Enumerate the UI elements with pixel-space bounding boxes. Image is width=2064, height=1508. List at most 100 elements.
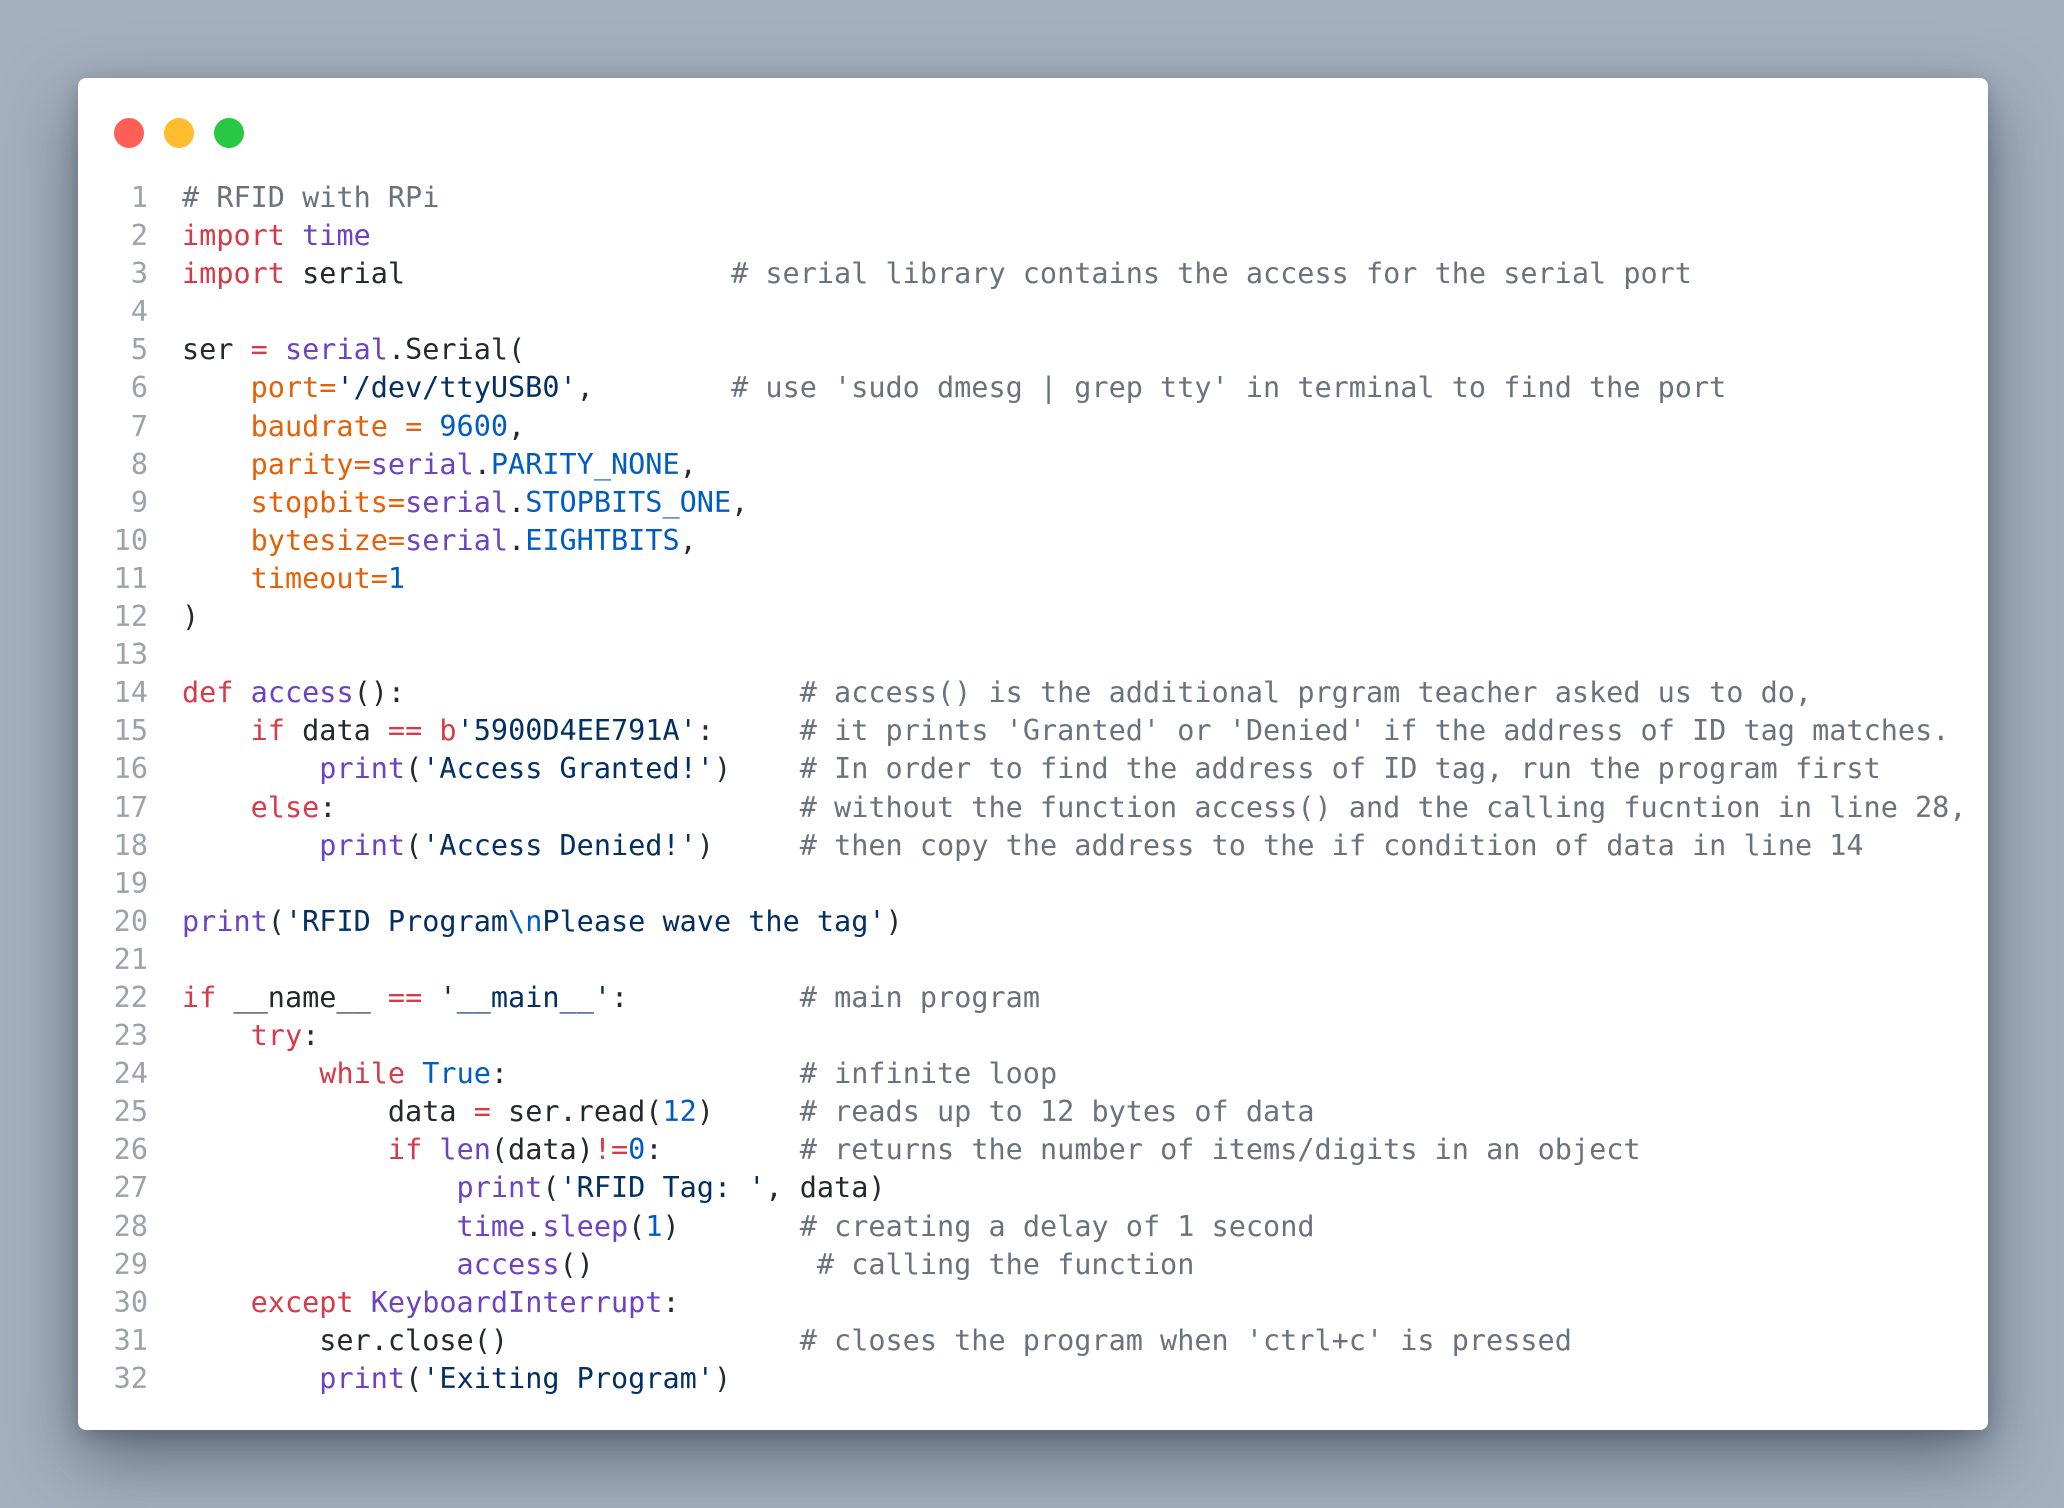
code-token: ) — [662, 1209, 800, 1243]
code-token: () — [559, 1247, 817, 1281]
line-number: 16 — [113, 752, 148, 786]
line-source: if data == b'5900D4EE791A': # it prints … — [182, 712, 1950, 750]
code-line: 14 def access(): # access() is the additi… — [78, 674, 1988, 712]
line-number: 22 — [113, 980, 148, 1014]
code-token: : — [662, 1285, 680, 1319]
code-token: # use 'sudo dmesg | grep tty' in termina… — [731, 371, 1727, 405]
line-source: ser.close() # closes the program when 'c… — [182, 1322, 1572, 1360]
code-token: print — [319, 1361, 406, 1395]
code-token: . — [508, 485, 526, 519]
code-line: 29 access() # calling the function — [78, 1246, 1988, 1284]
maximize-button[interactable] — [214, 118, 244, 148]
minimize-button[interactable] — [164, 118, 194, 148]
line-number: 29 — [113, 1247, 148, 1281]
code-token: stopbits= — [250, 485, 406, 519]
code-token: serial — [370, 447, 474, 481]
code-token: : — [611, 980, 800, 1014]
code-line: 9 stopbits=serial.STOPBITS_ONE, — [78, 484, 1988, 522]
code-token: PARITY_NONE — [490, 447, 680, 481]
line-number: 5 — [130, 333, 148, 367]
code-line: 12) — [78, 598, 1988, 636]
line-number: 32 — [113, 1361, 148, 1395]
code-token: serial — [405, 523, 509, 557]
code-token: .Serial( — [387, 333, 526, 367]
code-token: 'Access Granted!' — [422, 752, 714, 786]
code-token: # returns the number of items/digits in … — [799, 1133, 1641, 1167]
code-line: 19 — [78, 865, 1988, 903]
line-number: 17 — [113, 790, 148, 824]
line-number: 6 — [130, 371, 148, 405]
line-source: bytesize=serial.EIGHTBITS, — [182, 522, 697, 560]
code-line: 17 else: # without the function access()… — [78, 789, 1988, 827]
code-token: , — [731, 485, 749, 519]
code-token: access — [456, 1247, 560, 1281]
code-token: # calling the function — [816, 1247, 1195, 1281]
code-line: 1 # RFID with RPi — [78, 179, 1988, 217]
code-token: KeyboardInterrupt — [370, 1285, 663, 1319]
code-line: 30 except KeyboardInterrupt: — [78, 1284, 1988, 1322]
code-token: ser — [182, 333, 251, 367]
code-token: # serial library contains the access for… — [731, 257, 1692, 291]
line-source: port='/dev/ttyUSB0', # use 'sudo dmesg |… — [182, 369, 1727, 407]
line-source: print('Access Granted!') # In order to f… — [182, 750, 1881, 788]
code-token: # reads up to 12 bytes of data — [799, 1095, 1315, 1129]
line-number: 28 — [113, 1209, 148, 1243]
line-number: 4 — [130, 295, 148, 329]
code-token: b — [439, 714, 457, 748]
code-token: (data) — [490, 1133, 594, 1167]
code-token: 9600 — [439, 409, 509, 443]
code-line: 10 bytesize=serial.EIGHTBITS, — [78, 522, 1988, 560]
code-token: bytesize= — [250, 523, 406, 557]
code-token: \n — [508, 904, 543, 938]
code-token: : — [490, 1057, 800, 1091]
code-token: == — [387, 714, 423, 748]
line-source: print('RFID Tag: ', data) — [182, 1169, 886, 1207]
code-token: sleep — [542, 1209, 629, 1243]
code-token: serial — [284, 333, 388, 367]
code-token: # access() is the additional prgram teac… — [799, 676, 1813, 710]
line-source: timeout=1 — [182, 560, 405, 598]
line-number: 12 — [113, 600, 148, 634]
code-token: ser.read( — [490, 1095, 663, 1129]
close-button[interactable] — [114, 118, 144, 148]
line-number: 3 — [130, 257, 148, 291]
code-token: (): — [353, 676, 800, 710]
code-line: 32 print('Exiting Program') — [78, 1360, 1988, 1398]
code-token: 1 — [387, 561, 406, 595]
code-token: , — [679, 447, 697, 481]
line-source: # RFID with RPi — [182, 179, 439, 217]
code-token: = — [473, 1095, 491, 1129]
code-token: # In order to find the address of ID tag… — [799, 752, 1881, 786]
code-token: '5900D4EE791A' — [456, 714, 697, 748]
code-token: __name__ — [216, 980, 388, 1014]
code-line: 13 — [78, 636, 1988, 674]
code-token: '__main__' — [439, 980, 612, 1014]
line-number: 27 — [113, 1171, 148, 1205]
code-line: 16 print('Access Granted!') # In order t… — [78, 750, 1988, 788]
code-block[interactable]: 1 # RFID with RPi 2 import time 3 import seri… — [78, 179, 1988, 1398]
code-token: 'RFID Program — [284, 904, 509, 938]
code-line: 21 — [78, 941, 1988, 979]
line-source: print('Access Denied!') # then copy the … — [182, 827, 1863, 865]
code-line: 27 print('RFID Tag: ', data) — [78, 1169, 1988, 1207]
code-token: , — [679, 523, 697, 557]
code-token: True — [422, 1057, 491, 1091]
line-source: stopbits=serial.STOPBITS_ONE, — [182, 484, 749, 522]
code-token: Please wave the tag' — [542, 904, 886, 938]
line-number: 31 — [113, 1323, 148, 1357]
code-token: : — [645, 1133, 800, 1167]
line-number: 2 — [130, 219, 148, 253]
code-token: ( — [267, 904, 285, 938]
